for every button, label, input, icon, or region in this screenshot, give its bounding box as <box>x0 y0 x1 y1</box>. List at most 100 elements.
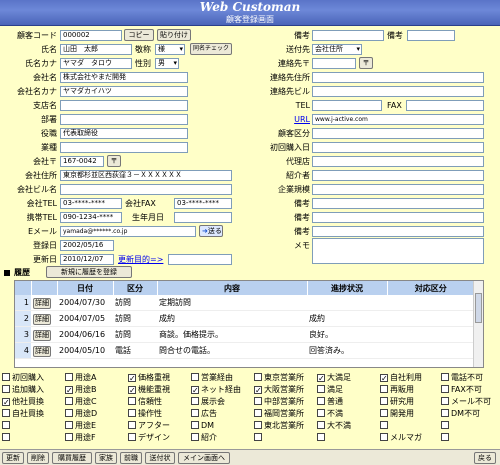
checkbox-box[interactable] <box>65 409 73 417</box>
checkbox-box[interactable] <box>128 433 136 441</box>
attribute-checkbox[interactable] <box>441 433 451 443</box>
attribute-checkbox[interactable]: 用途F <box>65 433 96 443</box>
send-to-select[interactable]: 会社住所 <box>312 44 362 55</box>
attribute-checkbox[interactable]: 電話不可 <box>441 373 483 383</box>
history-row[interactable]: 1 詳細 2004/07/30 訪問 定期訪問 <box>15 295 475 311</box>
industry-field[interactable] <box>60 142 188 153</box>
contact-address-field[interactable] <box>312 72 484 83</box>
attribute-checkbox[interactable]: 追加購入 <box>2 385 44 395</box>
history-row[interactable]: 4 詳細 2004/05/10 電話 問合せの電話。 回答済み。 <box>15 342 475 359</box>
checkbox-box[interactable] <box>441 421 449 429</box>
attribute-checkbox[interactable]: 初回購入 <box>2 373 44 383</box>
agency-field[interactable] <box>312 156 484 167</box>
attribute-checkbox[interactable]: ✓ 大阪営業所 <box>254 385 304 395</box>
url-link[interactable]: URL <box>294 114 310 125</box>
previous-job-button[interactable]: 前職 <box>120 452 142 464</box>
checkbox-box[interactable] <box>2 421 10 429</box>
name-field[interactable]: 山田 太郎 <box>60 44 132 55</box>
attribute-checkbox[interactable]: ✓ ネット経由 <box>191 385 241 395</box>
attribute-checkbox[interactable]: 東北営業所 <box>254 421 304 431</box>
note4-field[interactable] <box>312 212 484 223</box>
scale-field[interactable] <box>312 184 484 195</box>
zip-lookup-button[interactable]: 〒 <box>107 155 121 167</box>
paste-button[interactable]: 貼り付け <box>157 29 191 41</box>
attribute-checkbox[interactable]: 中部営業所 <box>254 397 304 407</box>
attribute-checkbox[interactable]: 自社買換 <box>2 409 44 419</box>
note3-field[interactable] <box>312 198 484 209</box>
checkbox-box[interactable] <box>191 409 199 417</box>
reg-date-field[interactable]: 2002/05/16 <box>60 240 114 251</box>
checkbox-box[interactable] <box>191 373 199 381</box>
email-field[interactable]: yamada@******.co.jp <box>60 226 196 237</box>
checkbox-box[interactable] <box>317 433 325 441</box>
checkbox-box[interactable] <box>380 385 388 393</box>
checkbox-box[interactable]: ✓ <box>380 374 388 383</box>
referrer-field[interactable] <box>312 170 484 181</box>
position-field[interactable]: 代表取締役 <box>60 128 188 139</box>
attribute-checkbox[interactable]: 不満 <box>317 409 343 419</box>
category-field[interactable] <box>312 128 484 139</box>
honorific-select[interactable]: 様 <box>155 44 185 55</box>
attribute-checkbox[interactable] <box>317 433 327 443</box>
zip-field[interactable]: 167-0042 <box>60 156 104 167</box>
branch-field[interactable] <box>60 100 188 111</box>
attribute-checkbox[interactable]: 用途C <box>65 397 97 407</box>
checkbox-box[interactable] <box>441 409 449 417</box>
attribute-checkbox[interactable] <box>441 421 451 431</box>
checkbox-box[interactable]: ✓ <box>254 386 262 395</box>
back-button[interactable]: 戻る <box>474 452 496 464</box>
building-field[interactable] <box>60 184 232 195</box>
attribute-checkbox[interactable]: FAX不可 <box>441 385 482 395</box>
checkbox-box[interactable] <box>65 421 73 429</box>
checkbox-box[interactable] <box>128 409 136 417</box>
attribute-checkbox[interactable]: DM不可 <box>441 409 480 419</box>
history-row[interactable]: 2 詳細 2004/07/05 訪問 成約 成約 <box>15 310 475 327</box>
attribute-checkbox[interactable]: DM <box>191 421 214 431</box>
attribute-checkbox[interactable]: 再販用 <box>380 385 414 395</box>
attribute-checkbox[interactable]: メール不可 <box>441 397 491 407</box>
checkbox-box[interactable] <box>380 409 388 417</box>
attribute-checkbox[interactable]: 普通 <box>317 397 343 407</box>
attribute-checkbox[interactable]: 研究用 <box>380 397 414 407</box>
detail-button[interactable]: 詳細 <box>33 330 51 341</box>
checkbox-box[interactable] <box>2 385 10 393</box>
attribute-checkbox[interactable]: 操作性 <box>128 409 162 419</box>
main-screen-button[interactable]: メイン画面へ <box>178 452 230 464</box>
update-button[interactable]: 更新 <box>2 452 24 464</box>
checkbox-box[interactable] <box>441 385 449 393</box>
checkbox-box[interactable] <box>317 421 325 429</box>
checkbox-box[interactable] <box>441 397 449 405</box>
delete-button[interactable]: 削除 <box>27 452 49 464</box>
dept-field[interactable] <box>60 114 188 125</box>
contact-tel-field[interactable] <box>312 100 382 111</box>
checkbox-box[interactable] <box>380 433 388 441</box>
kana-field[interactable]: ヤマダ タロウ <box>60 58 132 69</box>
note2-field[interactable] <box>407 30 455 41</box>
attribute-checkbox[interactable]: 開発用 <box>380 409 414 419</box>
attribute-checkbox[interactable]: ✓ 用途B <box>65 385 97 395</box>
checkbox-box[interactable] <box>254 421 262 429</box>
attribute-checkbox[interactable]: 営業経由 <box>191 373 233 383</box>
checkbox-box[interactable] <box>317 385 325 393</box>
attribute-checkbox[interactable]: 紹介 <box>191 433 217 443</box>
company-field[interactable]: 株式会社やまだ開発 <box>60 72 188 83</box>
checkbox-box[interactable] <box>317 409 325 417</box>
checkbox-box[interactable] <box>191 433 199 441</box>
tel-field[interactable]: 03-****-**** <box>60 198 122 209</box>
attribute-checkbox[interactable]: ✓ 機能重視 <box>128 385 170 395</box>
scrollbar-thumb[interactable] <box>475 293 482 323</box>
note1-field[interactable] <box>312 30 384 41</box>
first-purchase-field[interactable] <box>312 142 484 153</box>
attribute-checkbox[interactable]: ✓ 他社買換 <box>2 397 44 407</box>
contact-fax-field[interactable] <box>406 100 484 111</box>
checkbox-box[interactable] <box>254 409 262 417</box>
address-field[interactable]: 東京都杉並区西荻窪３－ＸＸＸＸＸＸ <box>60 170 232 181</box>
attribute-checkbox[interactable] <box>2 433 12 443</box>
copy-button[interactable]: コピー <box>124 29 154 41</box>
checkbox-box[interactable] <box>128 421 136 429</box>
attribute-checkbox[interactable]: メルマガ <box>380 433 422 443</box>
checkbox-box[interactable] <box>191 397 199 405</box>
attribute-checkbox[interactable] <box>2 421 12 431</box>
checkbox-box[interactable] <box>317 397 325 405</box>
checkbox-box[interactable] <box>128 397 136 405</box>
